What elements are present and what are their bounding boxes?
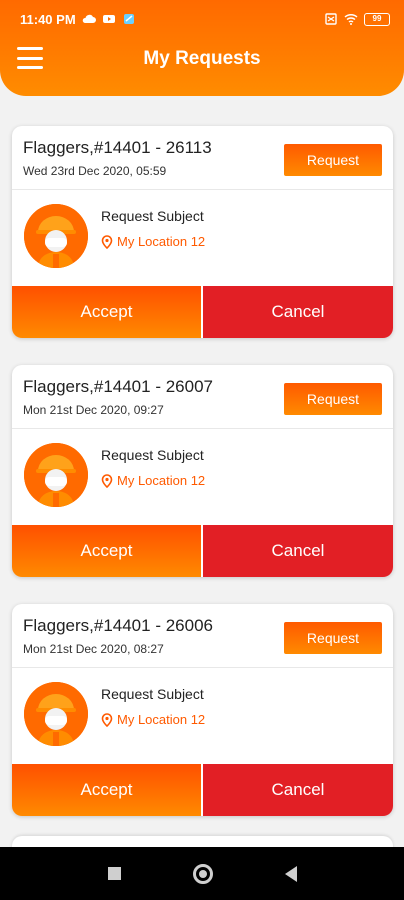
accept-button[interactable]: Accept [12, 525, 201, 577]
app-notification-icon [123, 14, 134, 24]
back-icon[interactable] [284, 865, 297, 882]
location-text: My Location 12 [117, 712, 206, 727]
request-location: My Location 12 [101, 234, 205, 249]
request-button[interactable]: Request [284, 622, 382, 654]
requests-list: Flaggers,#14401 - 26113 Wed 23rd Dec 202… [12, 126, 393, 843]
worker-avatar-icon [24, 682, 88, 746]
request-card: Flaggers,#14401 - 26006 Mon 21st Dec 202… [12, 604, 393, 816]
request-location: My Location 12 [101, 473, 205, 488]
status-bar: 11:40 PM 99 [0, 0, 404, 38]
cancel-button[interactable]: Cancel [201, 764, 393, 816]
request-button[interactable]: Request [284, 144, 382, 176]
request-date: Wed 23rd Dec 2020, 05:59 [23, 164, 167, 178]
request-button[interactable]: Request [284, 383, 382, 415]
request-subject: Request Subject [101, 447, 204, 463]
location-pin-icon [101, 712, 113, 727]
request-card: Flaggers,#14401 - 26113 Wed 23rd Dec 202… [12, 126, 393, 338]
location-text: My Location 12 [117, 234, 206, 249]
battery-indicator: 99 [364, 12, 390, 26]
cancel-button[interactable]: Cancel [201, 286, 393, 338]
sim-icon [325, 13, 337, 25]
worker-avatar-icon [24, 204, 88, 268]
worker-avatar-icon [24, 443, 88, 507]
youtube-icon [102, 15, 115, 23]
request-date: Mon 21st Dec 2020, 09:27 [23, 403, 164, 417]
status-time: 11:40 PM [20, 11, 76, 27]
recent-apps-icon[interactable] [107, 867, 121, 880]
request-title: Flaggers,#14401 - 26006 [23, 616, 213, 635]
accept-button[interactable]: Accept [12, 286, 201, 338]
cancel-button[interactable]: Cancel [201, 525, 393, 577]
system-nav-bar [0, 847, 404, 900]
request-subject: Request Subject [101, 686, 204, 702]
accept-button[interactable]: Accept [12, 764, 201, 816]
request-location: My Location 12 [101, 712, 205, 727]
request-subject: Request Subject [101, 208, 204, 224]
home-icon[interactable] [192, 863, 213, 884]
request-title: Flaggers,#14401 - 26113 [23, 138, 212, 157]
cloud-icon [82, 14, 96, 23]
request-card: Flaggers,#14401 - 26007 Mon 21st Dec 202… [12, 365, 393, 577]
page-title: My Requests [143, 48, 261, 69]
location-pin-icon [101, 473, 113, 488]
wifi-icon [344, 13, 358, 25]
request-title: Flaggers,#14401 - 26007 [23, 377, 213, 396]
request-date: Mon 21st Dec 2020, 08:27 [23, 642, 164, 656]
location-pin-icon [101, 234, 113, 249]
location-text: My Location 12 [117, 473, 206, 488]
app-header: 11:40 PM 99 My Requests [0, 0, 404, 96]
